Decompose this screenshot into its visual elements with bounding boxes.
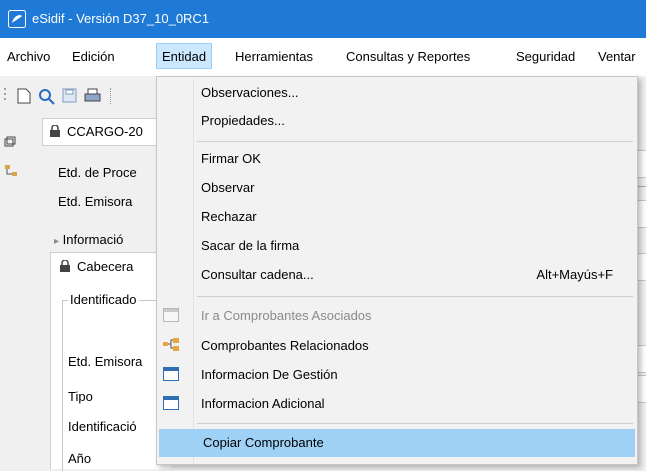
left-side-strip: [0, 114, 39, 465]
entidad-dropdown-menu: Observaciones... Propiedades... Firmar O…: [156, 76, 638, 465]
menu-item-label: Informacion De Gestión: [201, 367, 338, 382]
menu-herramientas[interactable]: Herramientas: [235, 49, 313, 64]
toolbar-separator: [110, 88, 113, 104]
menu-item-label: Comprobantes Relacionados: [201, 338, 369, 353]
toolbar-grip-icon: [4, 88, 6, 100]
lock-icon: [50, 125, 60, 137]
menu-item-label: Rechazar: [201, 209, 257, 224]
identificado-groupbox: [62, 300, 163, 471]
restore-view-icon[interactable]: [4, 136, 16, 148]
search-icon[interactable]: [38, 88, 56, 106]
window-title: eSidif - Versión D37_10_0RC1: [32, 11, 210, 26]
menu-item-observar[interactable]: Observar: [157, 174, 637, 202]
window-icon: [163, 396, 179, 410]
tab-cabecera[interactable]: Cabecera: [50, 252, 157, 281]
identificacion-label: Identificació: [68, 419, 137, 434]
menu-item-copiar-comprobante[interactable]: Copiar Comprobante: [159, 429, 635, 457]
menu-consultas-reportes[interactable]: Consultas y Reportes: [346, 49, 470, 64]
menu-separator: [197, 296, 633, 297]
new-document-icon[interactable]: [17, 88, 32, 104]
menu-item-informacion-gestion[interactable]: Informacion De Gestión: [157, 361, 637, 389]
hierarchy-icon: [163, 338, 179, 351]
menu-separator: [197, 141, 633, 142]
menu-item-comprobantes-relacionados[interactable]: Comprobantes Relacionados: [157, 332, 637, 360]
menu-item-observaciones[interactable]: Observaciones...: [157, 79, 637, 107]
app-logo-icon: [8, 10, 26, 28]
menu-item-informacion-adicional[interactable]: Informacion Adicional: [157, 390, 637, 418]
menu-item-sacar-firma[interactable]: Sacar de la firma: [157, 232, 637, 260]
tree-view-icon[interactable]: [4, 164, 18, 178]
menu-bar: Archivo Edición Entidad Herramientas Con…: [0, 38, 646, 76]
tipo-label: Tipo: [68, 389, 93, 404]
menu-item-ir-comprobantes-asociados[interactable]: Ir a Comprobantes Asociados: [157, 302, 637, 330]
menu-item-firmar-ok[interactable]: Firmar OK: [157, 145, 637, 173]
menu-seguridad[interactable]: Seguridad: [516, 49, 575, 64]
menu-item-label: Informacion Adicional: [201, 396, 325, 411]
menu-item-label: Propiedades...: [201, 113, 285, 128]
etd-proceso-label: Etd. de Proce: [58, 165, 137, 180]
anio-label: Año: [68, 451, 92, 466]
window-icon: [163, 308, 179, 322]
document-tab-label: CCARGO-20: [67, 124, 143, 139]
menu-item-label: Firmar OK: [201, 151, 261, 166]
menu-edicion[interactable]: Edición: [72, 49, 115, 64]
window-icon: [163, 367, 179, 381]
menu-item-label: Ir a Comprobantes Asociados: [201, 308, 372, 323]
menu-item-shortcut: Alt+Mayús+F: [536, 267, 613, 282]
menu-entidad[interactable]: Entidad: [156, 43, 213, 69]
save-icon[interactable]: [62, 88, 78, 104]
identificado-group-label: Identificado: [68, 292, 139, 307]
etd-emisora-label: Etd. Emisora: [58, 194, 133, 209]
expand-arrow-icon: ▸: [54, 236, 60, 247]
menu-item-rechazar[interactable]: Rechazar: [157, 203, 637, 231]
menu-archivo[interactable]: Archivo: [7, 49, 50, 64]
informacion-section-label[interactable]: ▸ Informació: [54, 232, 123, 247]
lock-icon: [60, 260, 70, 272]
tab-cabecera-label: Cabecera: [77, 259, 134, 274]
document-tab[interactable]: CCARGO-20: [42, 118, 164, 146]
etd-emisora2-label: Etd. Emisora: [68, 354, 143, 369]
menu-item-propiedades[interactable]: Propiedades...: [157, 107, 637, 135]
menu-item-label: Copiar Comprobante: [203, 435, 324, 450]
menu-item-consultar-cadena[interactable]: Consultar cadena... Alt+Mayús+F: [157, 261, 637, 289]
menu-item-label: Observaciones...: [201, 85, 299, 100]
menu-separator: [197, 423, 633, 424]
print-icon[interactable]: [84, 88, 102, 104]
menu-item-label: Sacar de la firma: [201, 238, 300, 253]
menu-item-label: Consultar cadena...: [201, 267, 314, 282]
title-bar: eSidif - Versión D37_10_0RC1: [0, 0, 646, 38]
informacion-label: Informació: [62, 232, 124, 247]
menu-ventana[interactable]: Ventar: [598, 49, 636, 64]
menu-item-label: Observar: [201, 180, 255, 195]
